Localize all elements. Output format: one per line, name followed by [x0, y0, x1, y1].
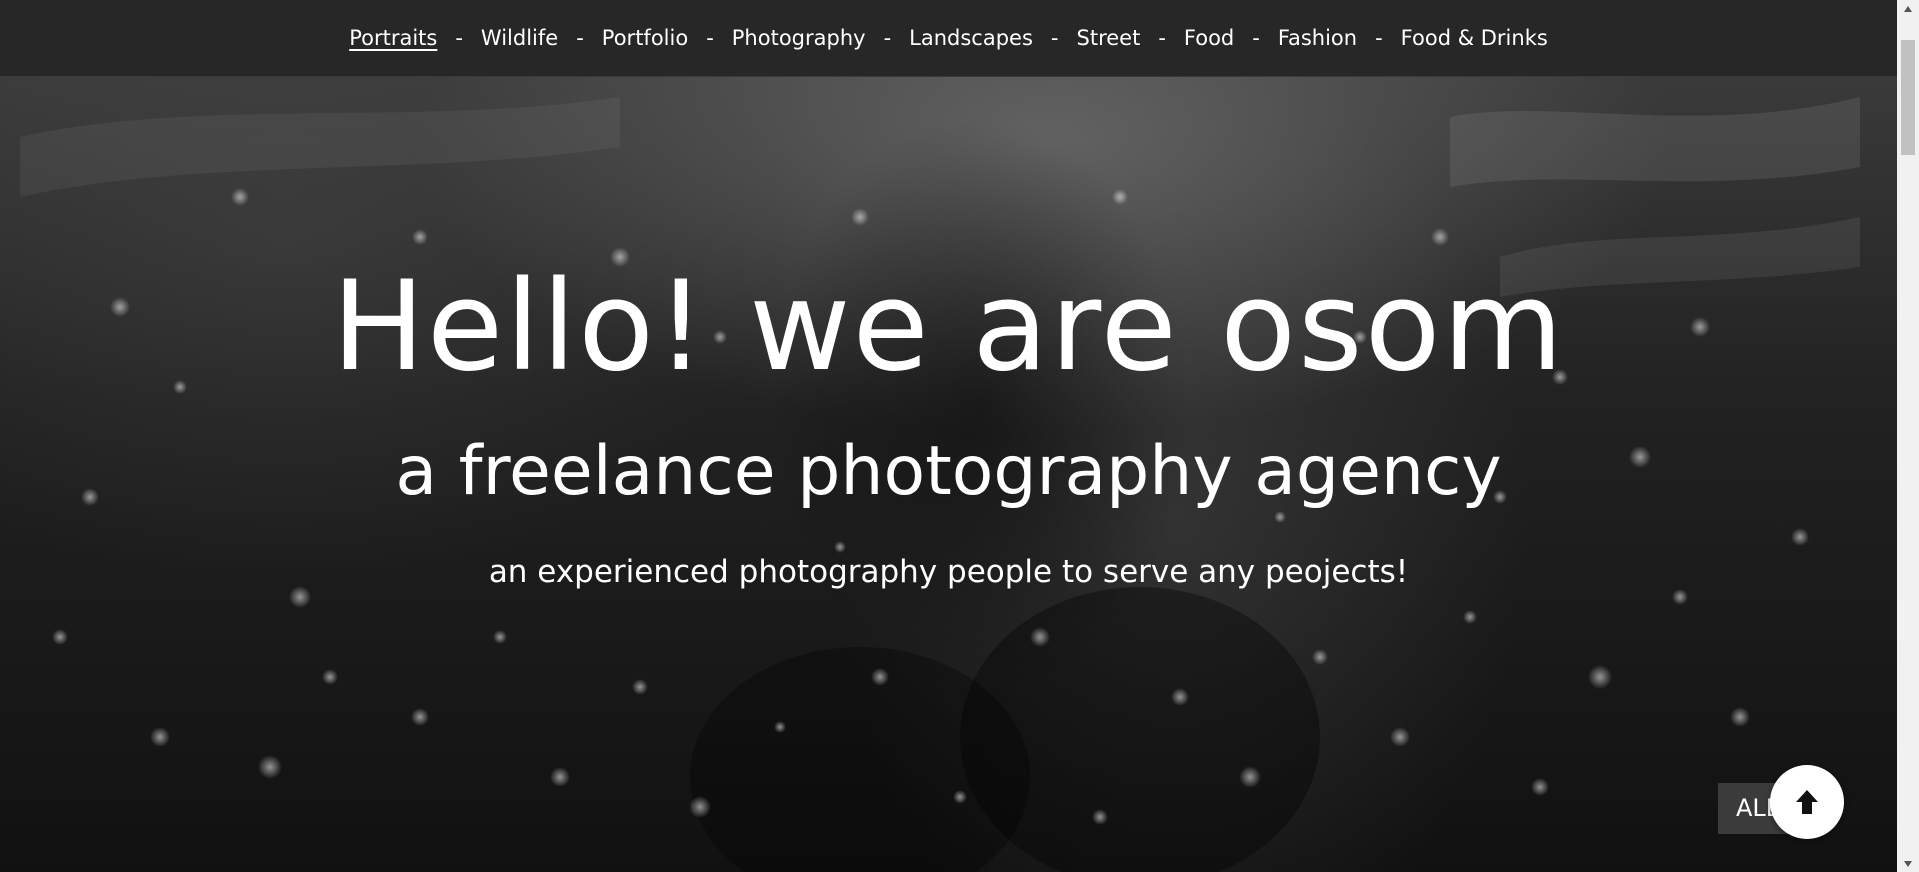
hero-subtitle: a freelance photography agency	[395, 432, 1502, 511]
hero-tagline: an experienced photography people to ser…	[488, 554, 1409, 590]
page: Portraits - Wildlife - Portfolio - Photo…	[0, 0, 1897, 872]
nav-separator: -	[1375, 26, 1383, 50]
nav-item-landscapes[interactable]: Landscapes	[909, 26, 1033, 50]
scrollbar-thumb[interactable]	[1901, 40, 1915, 155]
browser-viewport: Portraits - Wildlife - Portfolio - Photo…	[0, 0, 1919, 872]
arrow-up-icon	[1796, 790, 1818, 814]
nav-item-food[interactable]: Food	[1184, 26, 1234, 50]
top-navigation: Portraits - Wildlife - Portfolio - Photo…	[0, 0, 1897, 77]
nav-separator: -	[1158, 26, 1166, 50]
scroll-up-arrow[interactable]	[1897, 0, 1919, 17]
nav-separator: -	[1050, 26, 1059, 50]
nav-separator: -	[455, 26, 463, 50]
nav-item-wildlife[interactable]: Wildlife	[481, 26, 558, 50]
nav-separator: -	[706, 26, 714, 50]
hero-title: Hello! we are osom	[331, 255, 1566, 399]
triangle-down-icon	[1904, 860, 1912, 867]
scroll-to-top-button[interactable]	[1770, 765, 1844, 839]
nav-item-fashion[interactable]: Fashion	[1278, 26, 1357, 50]
nav-separator: -	[576, 26, 584, 50]
nav-item-photography[interactable]: Photography	[732, 26, 866, 50]
nav-item-food-and-drinks[interactable]: Food & Drinks	[1401, 26, 1548, 50]
triangle-up-icon	[1904, 5, 1912, 12]
nav-item-street[interactable]: Street	[1077, 26, 1141, 50]
vertical-scrollbar[interactable]	[1897, 0, 1919, 872]
hero-text: Hello! we are osom a freelance photograp…	[0, 77, 1897, 872]
nav-separator: -	[883, 26, 892, 50]
hero-section: Hello! we are osom a freelance photograp…	[0, 77, 1897, 872]
nav-item-portraits[interactable]: Portraits	[349, 26, 437, 50]
nav-list: Portraits - Wildlife - Portfolio - Photo…	[349, 26, 1548, 50]
nav-item-portfolio[interactable]: Portfolio	[602, 26, 688, 50]
scroll-down-arrow[interactable]	[1897, 855, 1919, 872]
nav-separator: -	[1252, 26, 1260, 50]
